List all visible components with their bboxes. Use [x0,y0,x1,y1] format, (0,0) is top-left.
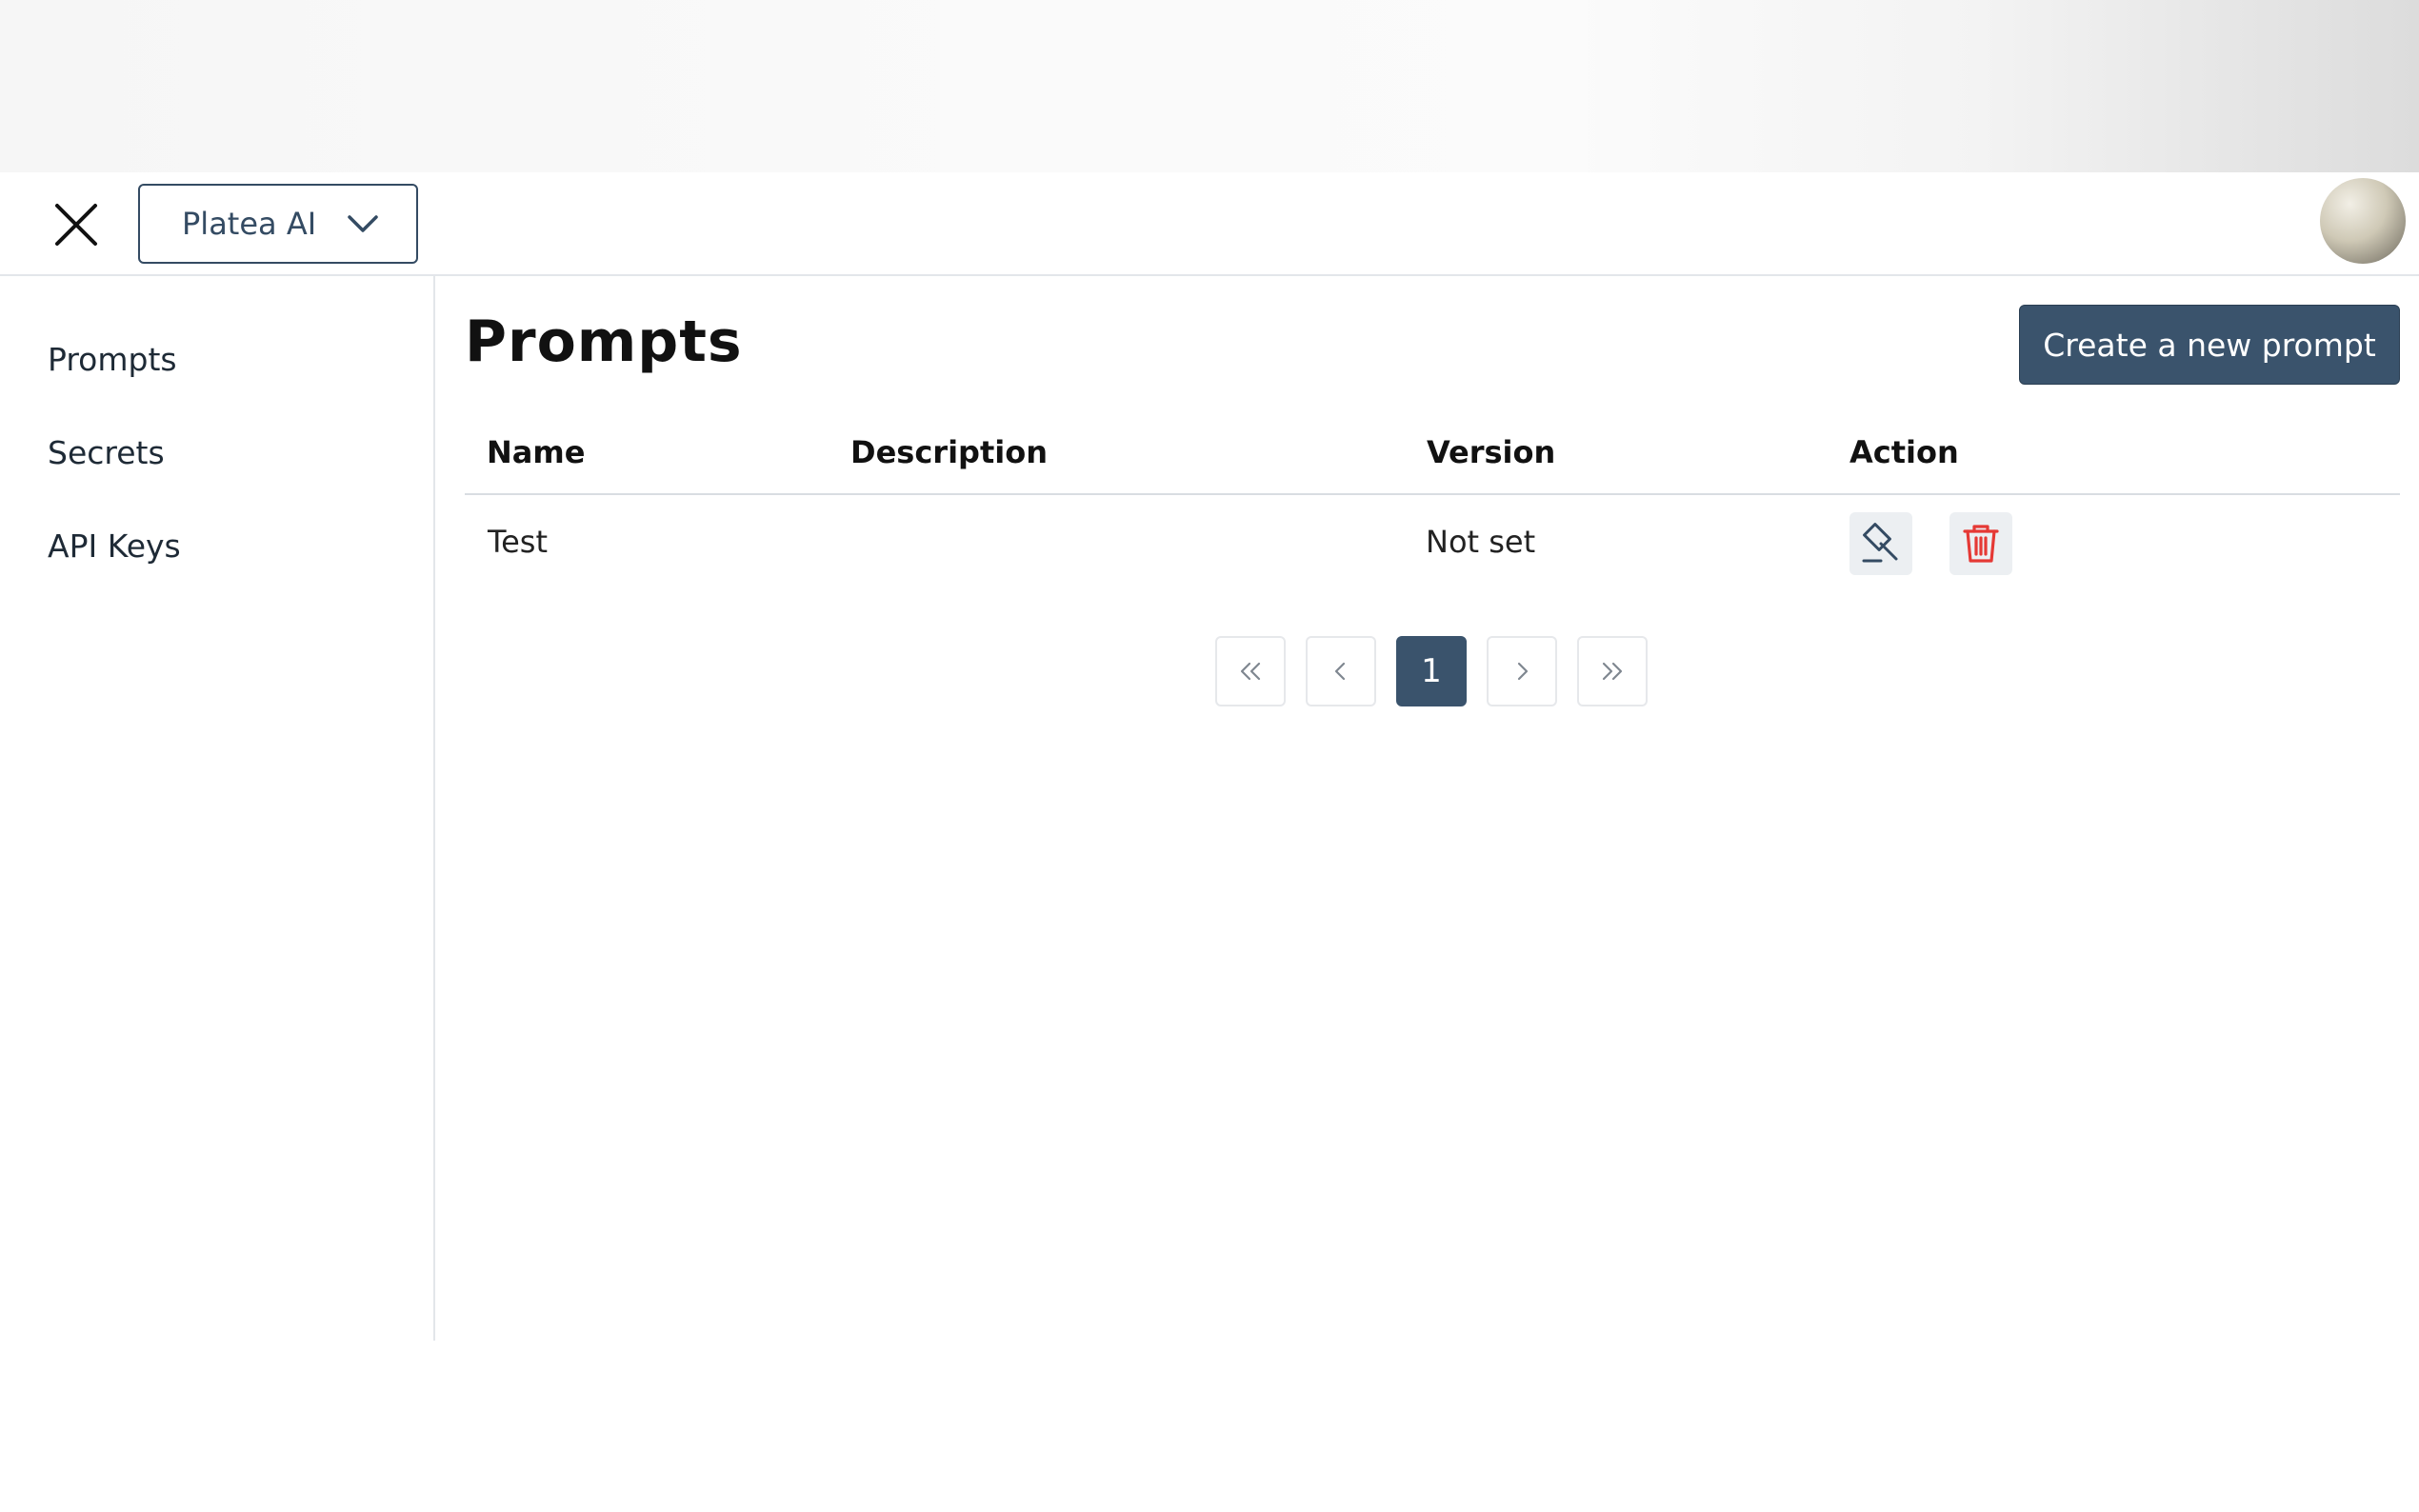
main-content: Prompts Create a new prompt Name Descrip… [465,276,2400,1341]
chevron-left-icon [1334,662,1346,681]
cell-name: Test [488,524,549,560]
page-button-current[interactable]: 1 [1396,636,1467,706]
close-icon [55,204,97,246]
first-page-button[interactable] [1215,636,1286,706]
chevron-right-icon [1517,662,1529,681]
top-banner [0,0,2419,172]
column-header-name: Name [487,434,586,470]
table-row: Test Not set [465,495,2400,588]
sidebar: Prompts Secrets API Keys [0,276,435,1341]
user-avatar[interactable] [2320,178,2406,264]
column-header-action: Action [1849,434,1959,470]
trash-icon [1963,525,1999,563]
delete-prompt-button[interactable] [1949,512,2012,575]
page-title: Prompts [465,308,743,375]
table-header: Name Description Version Action [465,417,2400,495]
edit-prompt-button[interactable] [1849,512,1912,575]
cell-version: Not set [1426,524,1536,560]
sidebar-item-secrets[interactable]: Secrets [48,434,165,471]
next-page-button[interactable] [1487,636,1557,706]
organization-select-value: Platea AI [182,206,317,242]
close-button[interactable] [50,198,103,251]
chevron-down-icon [348,215,378,232]
app-header: Platea AI [0,172,2419,276]
previous-page-button[interactable] [1306,636,1376,706]
last-page-button[interactable] [1577,636,1648,706]
sidebar-item-api-keys[interactable]: API Keys [48,527,181,565]
double-chevron-left-icon [1240,662,1261,681]
hammer-icon [1862,523,1898,563]
double-chevron-right-icon [1602,662,1623,681]
sidebar-item-prompts[interactable]: Prompts [48,341,177,378]
organization-select[interactable]: Platea AI [138,184,418,264]
column-header-version: Version [1427,434,1556,470]
column-header-description: Description [850,434,1048,470]
create-prompt-button[interactable]: Create a new prompt [2019,305,2400,385]
